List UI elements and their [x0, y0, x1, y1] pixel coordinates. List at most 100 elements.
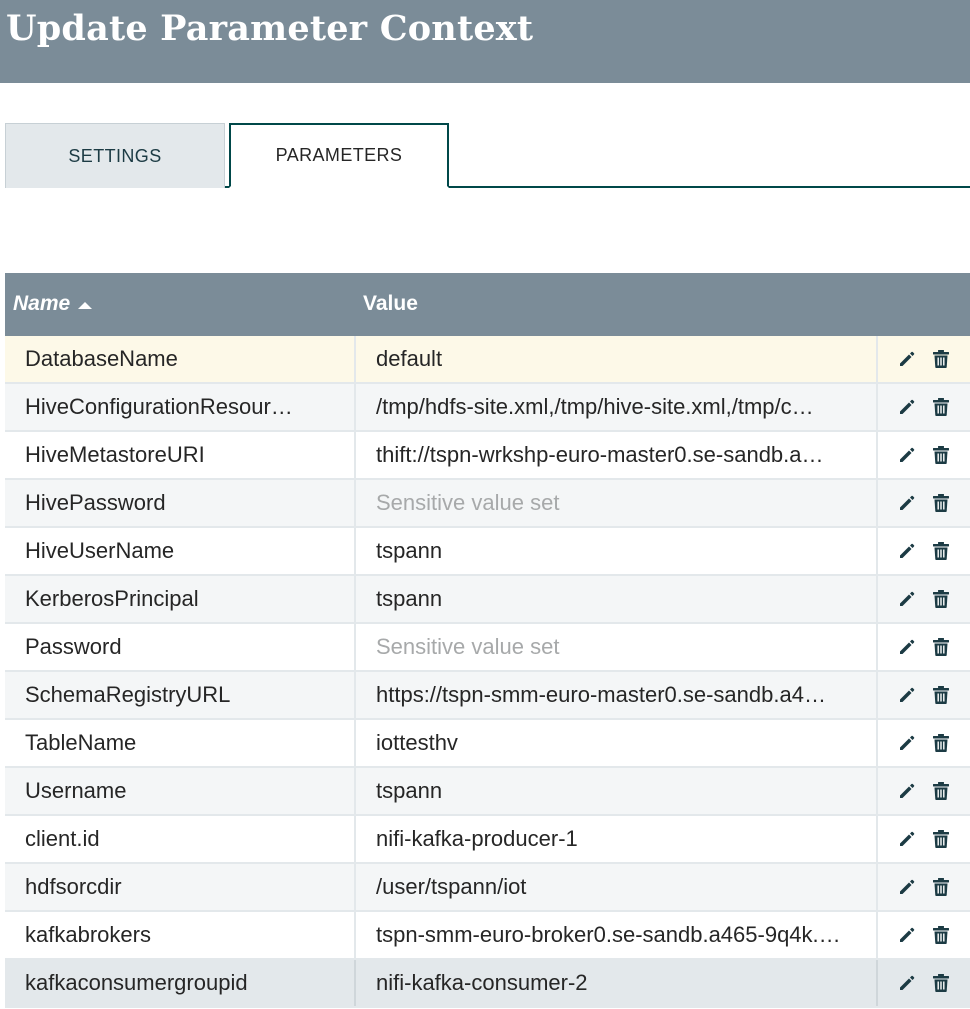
row-actions [878, 432, 970, 478]
parameter-name: TableName [5, 720, 356, 766]
tab-bar: SETTINGS PARAMETERS [5, 123, 970, 189]
table-row[interactable]: kafkaconsumergroupid nifi-kafka-consumer-… [5, 960, 970, 1008]
dialog-title: Update Parameter Context [6, 8, 534, 49]
table-row[interactable]: KerberosPrincipal tspann [5, 576, 970, 624]
parameter-name: hdfsorcdir [5, 864, 356, 910]
table-row[interactable]: SchemaRegistryURL https://tspn-smm-euro-m… [5, 672, 970, 720]
table-row[interactable]: HiveUserName tspann [5, 528, 970, 576]
parameter-value: tspann [356, 528, 878, 574]
pencil-icon[interactable] [897, 684, 917, 706]
pencil-icon[interactable] [897, 780, 917, 802]
parameter-value: nifi-kafka-producer-1 [356, 816, 878, 862]
trash-icon[interactable] [931, 780, 951, 802]
row-actions [878, 864, 970, 910]
trash-icon[interactable] [931, 444, 951, 466]
pencil-icon[interactable] [897, 540, 917, 562]
parameter-name: Password [5, 624, 356, 670]
table-row[interactable]: TableName iottesthv [5, 720, 970, 768]
tab-settings[interactable]: SETTINGS [5, 123, 225, 188]
parameter-name: KerberosPrincipal [5, 576, 356, 622]
parameter-value: default [356, 336, 878, 382]
table-row[interactable]: DatabaseName default [5, 336, 970, 384]
parameter-value: https://tspn-smm-euro-master0.se-sandb.a… [356, 672, 878, 718]
pencil-icon[interactable] [897, 876, 917, 898]
pencil-icon[interactable] [897, 972, 917, 994]
table-row[interactable]: client.id nifi-kafka-producer-1 [5, 816, 970, 864]
table-row[interactable]: HivePassword Sensitive value set [5, 480, 970, 528]
parameter-name: kafkabrokers [5, 912, 356, 958]
row-actions [878, 576, 970, 622]
trash-icon[interactable] [931, 924, 951, 946]
parameter-value-text: tspann [376, 778, 443, 803]
parameter-value: /tmp/hdfs-site.xml,/tmp/hive-site.xml,/t… [356, 384, 878, 430]
pencil-icon[interactable] [897, 924, 917, 946]
pencil-icon[interactable] [897, 444, 917, 466]
parameter-name: DatabaseName [5, 336, 356, 382]
parameter-value-text: tspn-smm-euro-broker0.se-sandb.a465-9q4k… [376, 922, 841, 947]
table-row[interactable]: HiveMetastoreURI thift://tspn-wrkshp-euro… [5, 432, 970, 480]
parameter-name: HiveMetastoreURI [5, 432, 356, 478]
pencil-icon[interactable] [897, 492, 917, 514]
parameter-name: HivePassword [5, 480, 356, 526]
sort-ascending-icon [78, 302, 93, 309]
parameter-value-text: iottesthv [376, 730, 458, 755]
table-header: Name Value [5, 273, 970, 336]
row-actions [878, 768, 970, 814]
column-header-name[interactable]: Name [13, 292, 93, 316]
pencil-icon[interactable] [897, 348, 917, 370]
parameter-value-text: thift://tspn-wrkshp-euro-master0.se-sand… [376, 442, 824, 467]
parameter-value-text: /user/tspann/iot [376, 874, 527, 899]
parameter-value: nifi-kafka-consumer-2 [356, 960, 878, 1006]
trash-icon[interactable] [931, 636, 951, 658]
parameter-value: iottesthv [356, 720, 878, 766]
column-header-value[interactable]: Value [363, 292, 418, 316]
trash-icon[interactable] [931, 492, 951, 514]
parameter-value-sensitive: Sensitive value set [356, 624, 878, 670]
tab-parameters[interactable]: PARAMETERS [229, 123, 449, 188]
row-actions [878, 720, 970, 766]
row-actions [878, 480, 970, 526]
row-actions [878, 624, 970, 670]
parameter-name: HiveUserName [5, 528, 356, 574]
row-actions [878, 528, 970, 574]
row-actions [878, 816, 970, 862]
trash-icon[interactable] [931, 540, 951, 562]
row-actions [878, 384, 970, 430]
trash-icon[interactable] [931, 828, 951, 850]
parameter-name: kafkaconsumergroupid [5, 960, 356, 1006]
pencil-icon[interactable] [897, 828, 917, 850]
trash-icon[interactable] [931, 972, 951, 994]
parameter-name: SchemaRegistryURL [5, 672, 356, 718]
table-row[interactable]: Username tspann [5, 768, 970, 816]
parameter-value: /user/tspann/iot [356, 864, 878, 910]
parameter-value: thift://tspn-wrkshp-euro-master0.se-sand… [356, 432, 878, 478]
parameter-value-text: /tmp/hdfs-site.xml,/tmp/hive-site.xml,/t… [376, 394, 814, 419]
parameters-table: Name Value DatabaseName default HiveConfig… [5, 273, 970, 1008]
trash-icon[interactable] [931, 876, 951, 898]
parameter-value-text: https://tspn-smm-euro-master0.se-sandb.a… [376, 682, 826, 707]
trash-icon[interactable] [931, 588, 951, 610]
parameter-value-text: tspann [376, 538, 443, 563]
pencil-icon[interactable] [897, 588, 917, 610]
table-row[interactable]: kafkabrokers tspn-smm-euro-broker0.se-san… [5, 912, 970, 960]
parameter-value-text: tspann [376, 586, 443, 611]
trash-icon[interactable] [931, 732, 951, 754]
table-row[interactable]: Password Sensitive value set [5, 624, 970, 672]
trash-icon[interactable] [931, 684, 951, 706]
parameter-name: Username [5, 768, 356, 814]
parameter-value-text: default [376, 346, 443, 371]
trash-icon[interactable] [931, 396, 951, 418]
pencil-icon[interactable] [897, 396, 917, 418]
parameter-value: tspn-smm-euro-broker0.se-sandb.a465-9q4k… [356, 912, 878, 958]
table-row[interactable]: hdfsorcdir/user/tspann/iot [5, 864, 970, 912]
table-row[interactable]: HiveConfigurationResour… /tmp/hdfs-site.x… [5, 384, 970, 432]
parameter-value: tspann [356, 768, 878, 814]
parameter-value-text: Sensitive value set [376, 490, 560, 515]
parameter-value-text: Sensitive value set [376, 634, 560, 659]
parameter-value: tspann [356, 576, 878, 622]
pencil-icon[interactable] [897, 732, 917, 754]
parameter-value-sensitive: Sensitive value set [356, 480, 878, 526]
trash-icon[interactable] [931, 348, 951, 370]
dialog-header: Update Parameter Context [0, 0, 970, 83]
pencil-icon[interactable] [897, 636, 917, 658]
